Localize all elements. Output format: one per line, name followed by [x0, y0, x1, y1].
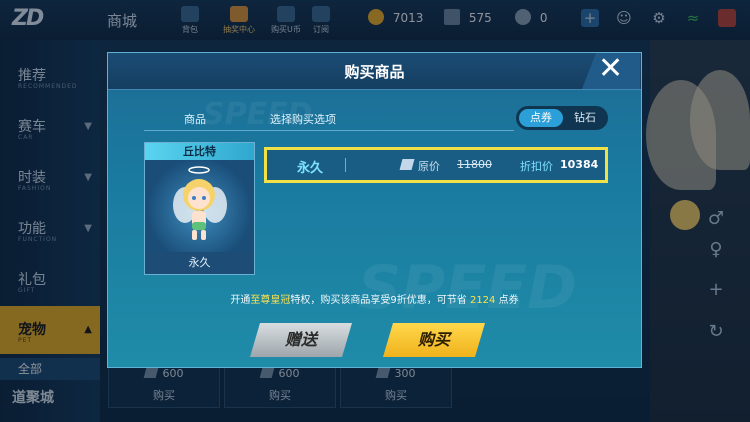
divider [345, 158, 346, 172]
original-price: 11800 [457, 158, 492, 171]
tab-options: 选择购买选项 [270, 113, 336, 126]
speed-watermark: SPEED [358, 253, 577, 323]
discount-price: 10384 [560, 158, 599, 171]
gift-button[interactable]: 赠送 [250, 323, 352, 357]
divider [144, 130, 514, 131]
cupid-pet-image [145, 160, 254, 252]
discount-price-label: 折扣价 [520, 160, 553, 173]
close-icon: ✕ [598, 51, 624, 86]
dialog-title: 购买商品 [344, 63, 405, 81]
purchase-option-permanent[interactable]: 永久 原价 11800 折扣价 10384 [264, 147, 608, 183]
currency-diamond-tab[interactable]: 钻石 [565, 109, 605, 127]
item-duration: 永久 [188, 256, 211, 269]
vip-promo-text: 开通至尊皇冠特权，购买该商品享受9折优惠，可节省 2124 点券 [230, 295, 519, 306]
buy-button[interactable]: 购买 [383, 323, 485, 357]
option-duration: 永久 [297, 161, 324, 176]
item-card: 丘比特 永久 [144, 142, 255, 275]
original-price-label: 原价 [418, 160, 440, 173]
coupon-icon [399, 159, 415, 170]
vip-link[interactable]: 至尊皇冠 [250, 295, 290, 306]
savings-amount: 2124 [469, 295, 496, 306]
currency-coupon-tab[interactable]: 点券 [519, 109, 563, 127]
purchase-dialog: SPEED SPEED 购买商品 ✕ 商品 选择购买选项 点券 钻石 丘比特 永… [107, 52, 642, 368]
dialog-header: 购买商品 ✕ [108, 53, 641, 90]
item-name: 丘比特 [145, 143, 254, 160]
tab-product: 商品 [184, 113, 206, 126]
close-button[interactable]: ✕ [582, 53, 640, 89]
currency-toggle: 点券 钻石 [516, 106, 608, 130]
